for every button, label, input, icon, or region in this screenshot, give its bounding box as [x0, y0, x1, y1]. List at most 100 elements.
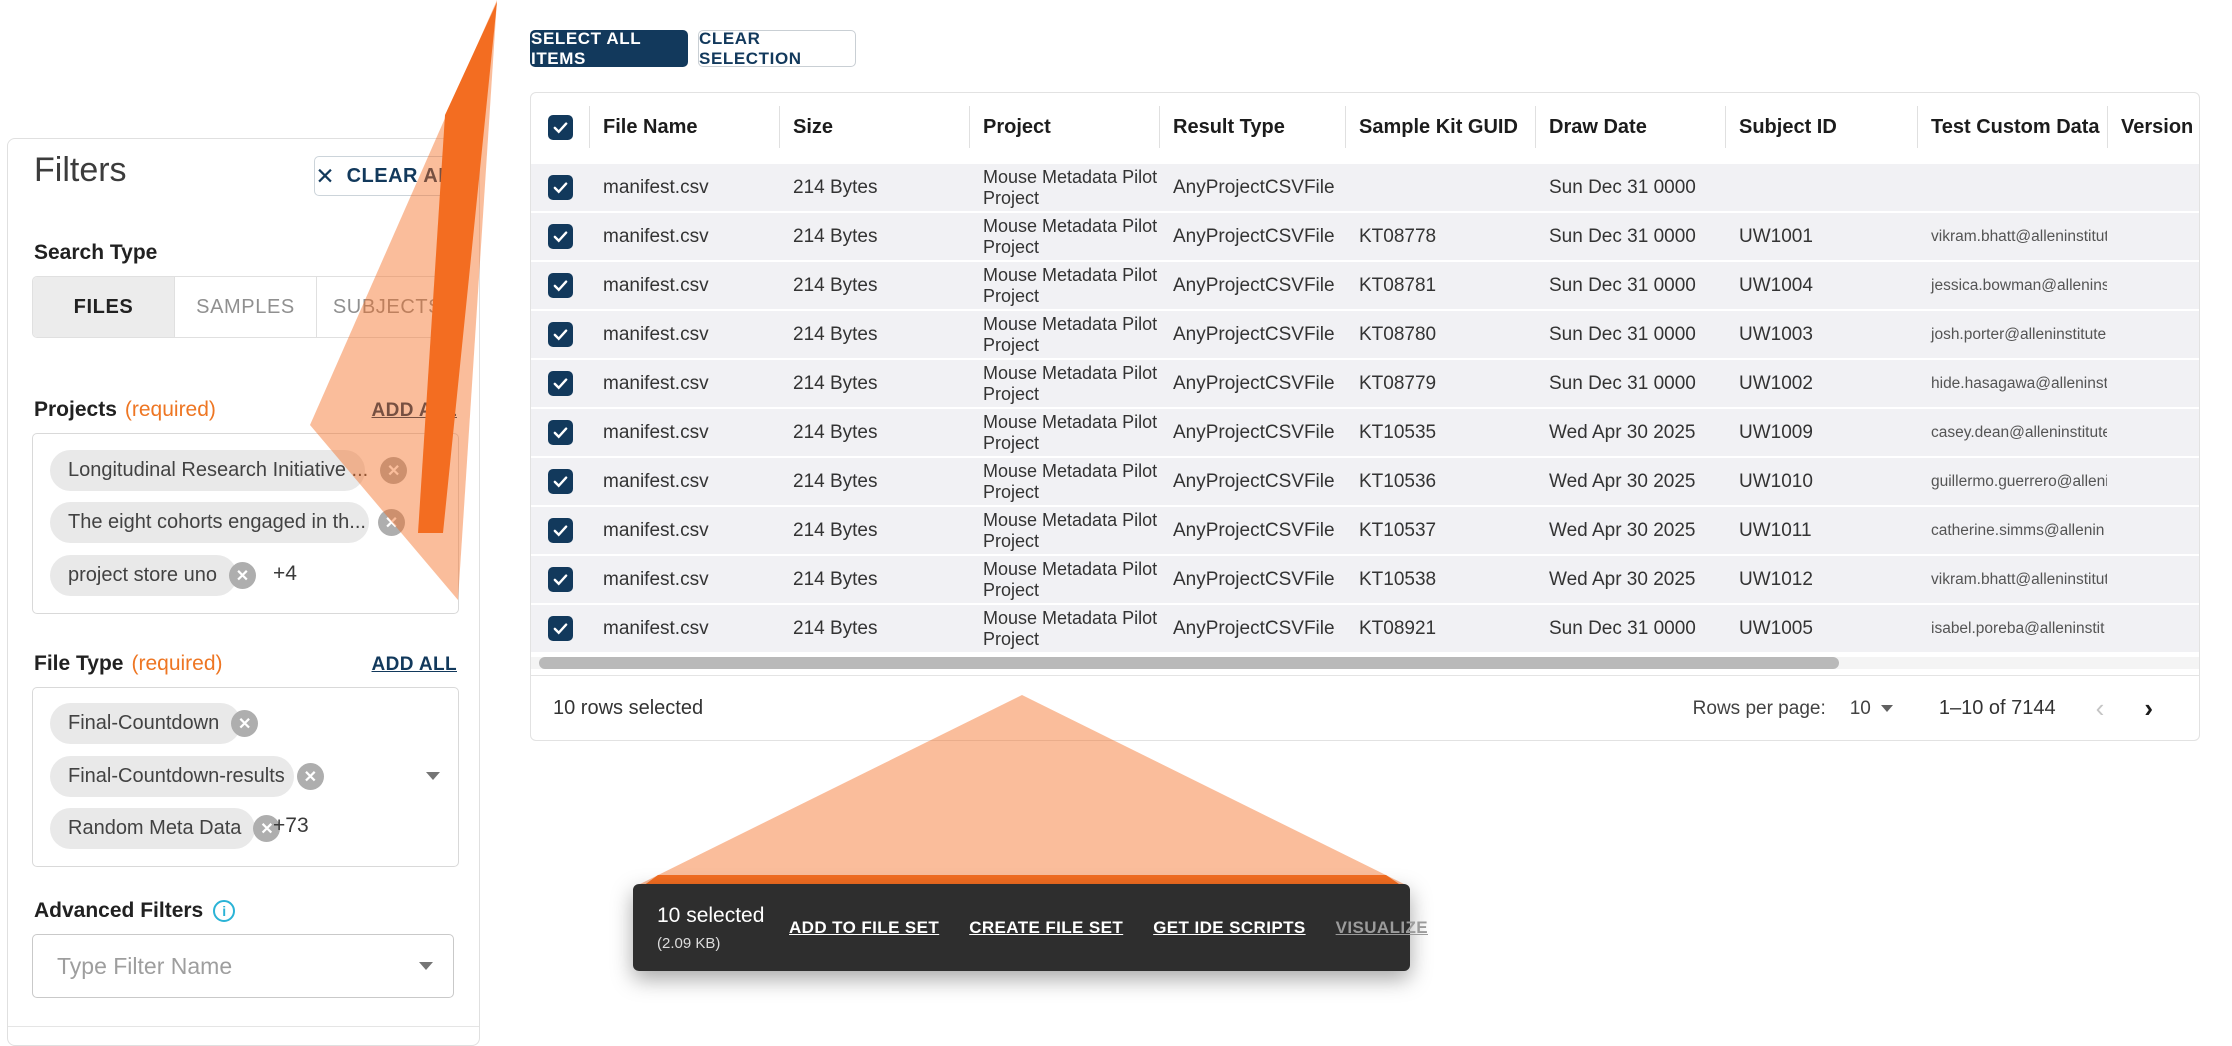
file-type-label: File Type: [34, 652, 123, 676]
toast-close-icon[interactable]: ✕: [1456, 916, 1476, 940]
tab-samples[interactable]: SAMPLES: [174, 277, 316, 337]
table-row[interactable]: manifest.csv 214 Bytes Mouse Metadata Pi…: [531, 360, 2199, 407]
chevron-down-icon[interactable]: [419, 962, 433, 970]
cell-result-type: AnyProjectCSVFile: [1159, 311, 1345, 358]
project-chip[interactable]: project store uno ✕: [50, 555, 237, 596]
cell-sample-kit-guid: KT10535: [1345, 409, 1535, 456]
cell-project: Mouse Metadata Pilot Project: [969, 507, 1159, 554]
row-checkbox[interactable]: [548, 224, 573, 249]
row-checkbox[interactable]: [548, 420, 573, 445]
table-row[interactable]: manifest.csv 214 Bytes Mouse Metadata Pi…: [531, 409, 2199, 456]
clear-selection-button[interactable]: CLEAR SELECTION: [698, 30, 856, 67]
toast-actions: ADD TO FILE SET CREATE FILE SET GET IDE …: [789, 918, 1428, 938]
file-type-chip[interactable]: Final-Countdown-results ✕: [50, 756, 294, 797]
table-row[interactable]: manifest.csv 214 Bytes Mouse Metadata Pi…: [531, 311, 2199, 358]
info-icon[interactable]: i: [213, 900, 235, 922]
cell-version: [2107, 311, 2201, 358]
rows-selected-count: 10 rows selected: [553, 697, 703, 720]
cell-result-type: AnyProjectCSVFile: [1159, 213, 1345, 260]
cell-test-custom-data: vikram.bhatt@alleninstitut: [1917, 213, 2107, 260]
project-chip[interactable]: Longitudinal Research Initiative ... ✕: [50, 450, 365, 491]
column-header-project[interactable]: Project: [969, 93, 1159, 161]
row-checkbox-cell: [531, 164, 589, 211]
row-checkbox[interactable]: [548, 616, 573, 641]
cell-size: 214 Bytes: [779, 311, 969, 358]
chevron-down-icon[interactable]: [426, 514, 440, 522]
cell-version: [2107, 262, 2201, 309]
row-checkbox[interactable]: [548, 273, 573, 298]
cell-draw-date: Sun Dec 31 0000: [1535, 262, 1725, 309]
project-chip[interactable]: The eight cohorts engaged in th... ✕: [50, 502, 369, 543]
horizontal-scrollbar[interactable]: [531, 657, 2199, 669]
table-row[interactable]: manifest.csv 214 Bytes Mouse Metadata Pi…: [531, 605, 2199, 652]
column-header-version[interactable]: Version: [2107, 93, 2201, 161]
file-type-chip[interactable]: Random Meta Data ✕: [50, 808, 255, 849]
cell-project: Mouse Metadata Pilot Project: [969, 360, 1159, 407]
cell-size: 214 Bytes: [779, 213, 969, 260]
filter-name-input[interactable]: Type Filter Name: [32, 934, 454, 998]
cell-size: 214 Bytes: [779, 360, 969, 407]
table-row[interactable]: manifest.csv 214 Bytes Mouse Metadata Pi…: [531, 213, 2199, 260]
row-checkbox[interactable]: [548, 175, 573, 200]
search-type-tabs: FILES SAMPLES SUBJECTS: [32, 276, 459, 338]
chip-remove-icon[interactable]: ✕: [380, 457, 407, 484]
scrollbar-thumb[interactable]: [539, 657, 1839, 669]
chip-remove-icon[interactable]: ✕: [297, 763, 324, 790]
column-header-draw-date[interactable]: Draw Date: [1535, 93, 1725, 161]
chevron-down-icon[interactable]: [426, 772, 440, 780]
visualize-link[interactable]: VISUALIZE: [1336, 918, 1428, 938]
select-all-items-button[interactable]: SELECT ALL ITEMS: [530, 30, 688, 67]
cell-result-type: AnyProjectCSVFile: [1159, 556, 1345, 603]
column-header-result-type[interactable]: Result Type: [1159, 93, 1345, 161]
previous-page-button[interactable]: ‹: [2096, 693, 2105, 724]
table-row[interactable]: manifest.csv 214 Bytes Mouse Metadata Pi…: [531, 507, 2199, 554]
column-header-test-custom-data[interactable]: Test Custom Data: [1917, 93, 2107, 161]
table-body: manifest.csv 214 Bytes Mouse Metadata Pi…: [531, 164, 2199, 654]
next-page-button[interactable]: ›: [2144, 693, 2153, 724]
table-row[interactable]: manifest.csv 214 Bytes Mouse Metadata Pi…: [531, 164, 2199, 211]
table-row[interactable]: manifest.csv 214 Bytes Mouse Metadata Pi…: [531, 556, 2199, 603]
projects-header-row: Projects (required) ADD ALL: [34, 398, 457, 422]
chip-remove-icon[interactable]: ✕: [231, 710, 258, 737]
cell-version: [2107, 556, 2201, 603]
file-type-chip[interactable]: Final-Countdown ✕: [50, 703, 241, 744]
chip-remove-icon[interactable]: ✕: [229, 562, 256, 589]
cell-subject-id: UW1003: [1725, 311, 1917, 358]
table-row[interactable]: manifest.csv 214 Bytes Mouse Metadata Pi…: [531, 262, 2199, 309]
row-checkbox[interactable]: [548, 518, 573, 543]
cell-sample-kit-guid: KT08779: [1345, 360, 1535, 407]
chip-label: The eight cohorts engaged in th...: [68, 511, 366, 534]
projects-add-all-link[interactable]: ADD ALL: [372, 400, 457, 422]
chip-remove-icon[interactable]: ✕: [378, 509, 405, 536]
file-type-add-all-link[interactable]: ADD ALL: [372, 654, 457, 676]
cell-test-custom-data: isabel.poreba@alleninstit: [1917, 605, 2107, 652]
column-header-subject-id[interactable]: Subject ID: [1725, 93, 1917, 161]
row-checkbox-cell: [531, 311, 589, 358]
cell-sample-kit-guid: [1345, 164, 1535, 211]
get-ide-scripts-link[interactable]: GET IDE SCRIPTS: [1153, 918, 1305, 938]
table-header-row: File Name Size Project Result Type Sampl…: [531, 93, 2199, 161]
clear-all-button[interactable]: ✕ CLEAR ALL: [314, 156, 465, 196]
tab-files[interactable]: FILES: [33, 277, 174, 337]
cell-file-name: manifest.csv: [589, 311, 779, 358]
cell-file-name: manifest.csv: [589, 556, 779, 603]
tab-subjects[interactable]: SUBJECTS: [316, 277, 458, 337]
column-header-sample-kit-guid[interactable]: Sample Kit GUID: [1345, 93, 1535, 161]
row-checkbox[interactable]: [548, 469, 573, 494]
cell-draw-date: Sun Dec 31 0000: [1535, 605, 1725, 652]
cell-project: Mouse Metadata Pilot Project: [969, 262, 1159, 309]
cell-draw-date: Wed Apr 30 2025: [1535, 507, 1725, 554]
results-table: File Name Size Project Result Type Sampl…: [530, 92, 2200, 741]
toast-selected-count: 10 selected: [657, 903, 775, 929]
cell-result-type: AnyProjectCSVFile: [1159, 164, 1345, 211]
select-all-checkbox[interactable]: [548, 115, 573, 140]
add-to-file-set-link[interactable]: ADD TO FILE SET: [789, 918, 939, 938]
create-file-set-link[interactable]: CREATE FILE SET: [969, 918, 1123, 938]
row-checkbox[interactable]: [548, 371, 573, 396]
column-header-file-name[interactable]: File Name: [589, 93, 779, 161]
row-checkbox[interactable]: [548, 322, 573, 347]
table-row[interactable]: manifest.csv 214 Bytes Mouse Metadata Pi…: [531, 458, 2199, 505]
rows-per-page-select[interactable]: 10: [1850, 698, 1893, 720]
column-header-size[interactable]: Size: [779, 93, 969, 161]
row-checkbox[interactable]: [548, 567, 573, 592]
